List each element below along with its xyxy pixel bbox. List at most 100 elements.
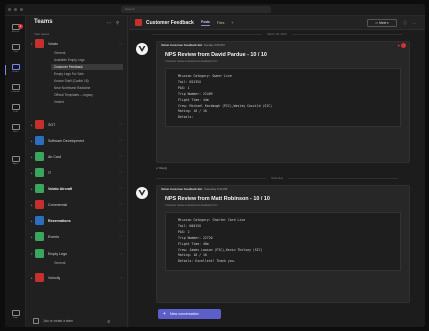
heart-reaction-icon[interactable]: ♥ [398,43,400,48]
channel-item[interactable]: Available Empty Legs [53,57,125,63]
more-icon[interactable]: ⋯ [119,123,123,127]
team-avatar [35,39,44,48]
file-icon [11,124,20,130]
post-meta: Volato Customer Feedback Bot Sunday 3:53… [161,43,225,47]
date-separator: Yesterday [129,176,425,180]
team-item[interactable]: ▸ SGT ⋯ [31,120,125,129]
date-separator: March 26, 2024 [129,32,425,36]
channel-avatar [135,19,142,26]
team-avatar [35,120,44,129]
team-item[interactable]: ▸ IT ⋯ [31,168,125,177]
chat-icon [11,44,20,50]
people-add-icon [33,318,39,324]
new-conversation-button[interactable]: + New conversation [158,309,221,319]
channel-title: Customer Feedback [146,19,194,26]
more-icon[interactable]: ⋯ [119,235,123,239]
meet-button[interactable]: ▭ Meet ▾ [367,19,397,27]
review-title: NPS Review from Matt Robinson - 10 / 10 [165,196,270,202]
more-icon[interactable]: ⋯ [119,171,123,175]
info-icon[interactable]: ⓘ [403,20,407,26]
channel-item[interactable]: General [53,260,125,266]
team-item[interactable]: ▸ Air Card ⋯ [31,152,125,161]
tab-files[interactable]: Files [217,21,225,25]
title-bar: Search [5,4,425,16]
team-avatar [35,273,44,282]
sidebar-tools[interactable]: ⋯ ⚲ [107,20,121,25]
more-icon[interactable]: ⋯ [119,187,123,191]
window-control-dot[interactable] [14,8,17,11]
apps-icon [11,156,20,162]
sidebar-title: Teams [34,19,53,25]
more-icon[interactable]: ⋯ [119,252,123,256]
team-item[interactable]: ▾ Empty Legs ⋯ [31,249,125,258]
rail-files[interactable]: Files [5,122,26,138]
window-control-dot[interactable] [20,8,23,11]
gear-icon[interactable]: ⚙ [107,319,111,324]
teams-window: Search Activity 1 Chat Teams Calendar Ca… [5,4,425,327]
channel-item[interactable]: General [53,50,125,56]
review-details: Mission Category: Charter Card Live Tail… [165,212,401,272]
team-avatar [35,216,44,225]
rail-teams[interactable]: Teams [5,62,26,78]
review-subtitle: Customer review submitted via feedback f… [165,60,218,63]
rail-activity[interactable]: Activity [5,22,26,38]
your-teams-label: Your teams [34,32,50,36]
teams-sidebar: Teams ⋯ ⚲ Your teams ▾ Volato ⋯ General Av… [27,16,128,327]
channel-header: Customer Feedback Posts Files + ▭ Meet ▾… [129,16,425,30]
channel-item[interactable]: Near Northwest Radioline [53,85,125,91]
review-title: NPS Review from David Pardue - 10 / 10 [165,52,267,58]
more-icon[interactable]: ⋯ [119,155,123,159]
channel-item[interactable]: Known Shell (Caribb 18) [53,78,125,84]
teams-icon [11,64,20,70]
channel-item[interactable]: Official Templates – Legacy [53,92,125,98]
more-icon[interactable]: ⋯ [119,276,123,280]
post-meta: Volato Customer Feedback Bot Yesterday 6… [161,187,228,191]
team-item[interactable]: ▸ Reservations ⋯ [31,216,125,225]
team-avatar [35,152,44,161]
rail-chat[interactable]: Chat [5,42,26,58]
channel-item-active[interactable]: Customer Feedback [51,64,123,70]
team-item[interactable]: ▸ Volato Aircraft ⋯ [31,184,125,193]
post-card[interactable]: Volato Customer Feedback Bot Yesterday 6… [156,185,410,303]
rail-help[interactable]: Help [5,308,26,324]
team-item[interactable]: ▸ Software Development ⋯ [31,136,125,145]
rail-calendar[interactable]: Calendar [5,82,26,98]
phone-icon [11,104,20,110]
post-card[interactable]: Volato Customer Feedback Bot Sunday 3:53… [156,41,410,163]
help-icon [11,310,20,316]
team-item[interactable]: ▸ Events ⋯ [31,232,125,241]
reply-button[interactable]: ↩ Reply [156,166,167,170]
sidebar-header: Teams ⋯ ⚲ [27,16,127,28]
more-icon[interactable]: ⋯ [119,203,123,207]
team-avatar [35,249,44,258]
team-avatar [35,232,44,241]
tab-posts[interactable]: Posts [200,20,210,26]
bot-avatar [136,43,148,55]
review-details: Mission Category: Owner Live Tail: N123V… [165,68,401,128]
team-avatar [35,136,44,145]
rail-apps[interactable]: Apps [5,154,26,170]
more-icon[interactable]: ⋯ [119,139,123,143]
rail-calls[interactable]: Calls [5,102,26,118]
team-avatar [35,200,44,209]
more-options-icon[interactable]: ... [413,20,416,25]
bot-avatar [136,187,148,199]
channel-item[interactable]: Empty Legs For Sale [53,71,125,77]
window-control-dot[interactable] [8,8,11,11]
reaction-badge [401,43,406,48]
join-create-team[interactable]: Join or create a team ⚙ [33,318,111,324]
review-subtitle: Customer review submitted via feedback f… [165,204,218,207]
add-tab-icon[interactable]: + [231,21,233,25]
team-avatar [35,184,44,193]
team-item[interactable]: ▾ Volato ⋯ [31,39,125,48]
team-item[interactable]: ▸ Commercial ⋯ [31,200,125,209]
more-icon[interactable]: ⋯ [119,219,123,223]
calendar-icon [11,84,20,90]
bot-logo-icon [138,46,146,52]
search-input[interactable]: Search [121,6,271,13]
more-icon[interactable]: ⋯ [119,42,123,46]
team-item[interactable]: ▸ Volocity ⋯ [31,273,125,282]
notification-badge: 1 [18,24,23,29]
team-avatar [35,168,44,177]
channel-item[interactable]: Vested [53,99,125,105]
